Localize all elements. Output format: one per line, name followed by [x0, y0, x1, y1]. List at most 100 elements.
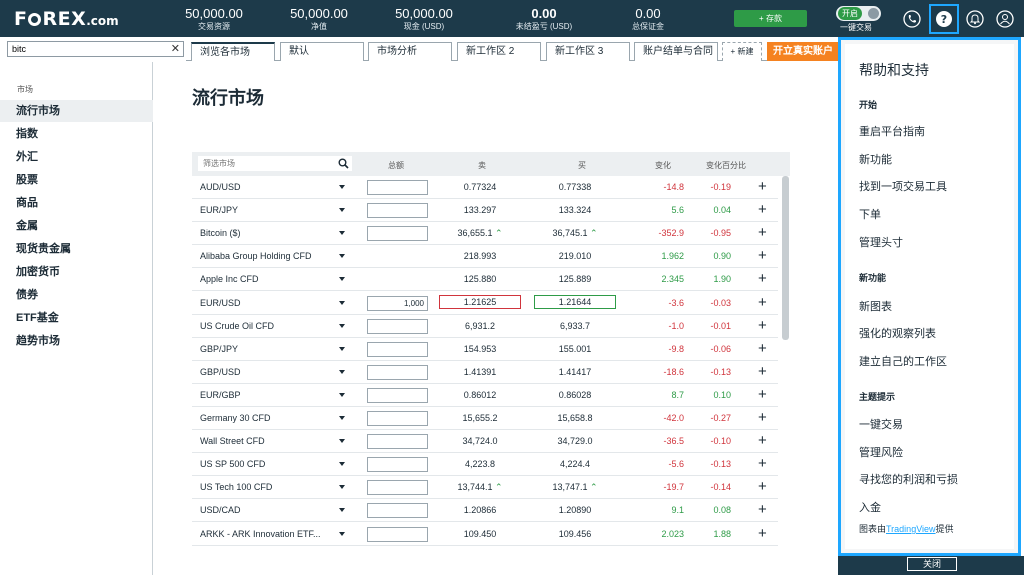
add-to-watchlist-icon[interactable]: + [758, 410, 767, 425]
table-row[interactable]: Alibaba Group Holding CFD 218.993 219.010 1… [192, 245, 778, 269]
sidebar-item-shares[interactable]: 股票 [0, 169, 153, 191]
new-tab-button[interactable]: + 新建 [722, 42, 762, 61]
chevron-down-icon[interactable] [339, 300, 345, 305]
table-scrollbar[interactable] [782, 176, 789, 340]
market-name[interactable]: EUR/JPY [200, 205, 328, 215]
help-link[interactable]: 建立自己的工作区 [859, 353, 947, 369]
user-icon[interactable] [993, 7, 1017, 31]
amount-input[interactable]: 1,000 [367, 295, 428, 311]
market-name[interactable]: Wall Street CFD [200, 436, 328, 446]
help-button[interactable]: ? [929, 4, 959, 34]
add-to-watchlist-icon[interactable]: + [758, 295, 767, 310]
table-row[interactable]: US Crude Oil CFD 6,931.2 6,933.7 -1.0 -0.01 + [192, 315, 778, 338]
filter-markets-input[interactable] [198, 156, 352, 171]
amount-input[interactable] [367, 226, 428, 242]
help-link[interactable]: 强化的观察列表 [859, 325, 936, 341]
tab-new-workspace-3[interactable]: 新工作区 3 [546, 42, 630, 61]
sidebar-item-metals[interactable]: 金属 [0, 215, 153, 237]
market-name[interactable]: US SP 500 CFD [200, 459, 328, 469]
sell-price[interactable]: 1.20866 [439, 505, 521, 515]
chevron-down-icon[interactable] [339, 508, 345, 513]
chevron-down-icon[interactable] [339, 531, 345, 536]
table-row[interactable]: EUR/GBP 0.86012 0.86028 8.7 0.10 + [192, 384, 778, 407]
tab-market-analysis[interactable]: 市场分析 [368, 42, 452, 61]
amount-input[interactable] [367, 434, 428, 450]
chevron-down-icon[interactable] [339, 254, 345, 259]
sell-price[interactable]: 6,931.2 [439, 321, 521, 331]
chevron-down-icon[interactable] [339, 208, 345, 213]
add-to-watchlist-icon[interactable]: + [758, 341, 767, 356]
phone-icon[interactable] [900, 7, 924, 31]
add-to-watchlist-icon[interactable]: + [758, 502, 767, 517]
table-row[interactable]: Apple Inc CFD 125.880 125.889 2.345 1.90 + [192, 268, 778, 292]
table-row[interactable]: AUD/USD 0.77324 0.77338 -14.8 -0.19 + [192, 176, 778, 199]
amount-input[interactable] [367, 203, 428, 219]
market-search-box[interactable]: ✕ [7, 41, 184, 57]
add-to-watchlist-icon[interactable]: + [758, 271, 767, 286]
buy-price[interactable]: 109.456 [534, 529, 616, 539]
help-link[interactable]: 寻找您的利润和亏损 [859, 471, 958, 487]
add-to-watchlist-icon[interactable]: + [758, 479, 767, 494]
sell-price[interactable]: 4,223.8 [439, 459, 521, 469]
sell-price[interactable]: 0.77324 [439, 182, 521, 192]
amount-input[interactable] [367, 503, 428, 519]
buy-price[interactable]: 219.010 [534, 251, 616, 261]
sell-price[interactable]: 1.21625 [439, 294, 521, 309]
market-name[interactable]: AUD/USD [200, 182, 328, 192]
table-row[interactable]: US Tech 100 CFD 13,744.1 ⌃ 13,747.1 ⌃ -19.7… [192, 476, 778, 500]
buy-price[interactable]: 0.77338 [534, 182, 616, 192]
search-icon[interactable] [338, 158, 349, 169]
table-row[interactable]: Wall Street CFD 34,724.0 34,729.0 -36.5 -0.1… [192, 430, 778, 454]
market-name[interactable]: EUR/USD [200, 298, 328, 308]
open-live-account-button[interactable]: 开立真实账户 [767, 42, 839, 61]
sell-price[interactable]: 109.450 [439, 529, 521, 539]
sidebar-item-commodities[interactable]: 商品 [0, 192, 153, 214]
buy-price[interactable]: 34,729.0 [534, 436, 616, 446]
sidebar-item-popular-markets[interactable]: 流行市场 [0, 100, 153, 122]
help-link[interactable]: 入金 [859, 499, 881, 515]
sell-price[interactable]: 15,655.2 [439, 413, 521, 423]
amount-input[interactable] [367, 457, 428, 473]
chevron-down-icon[interactable] [339, 485, 345, 490]
table-row[interactable]: EUR/USD 1,000 1.21625 1.21644 -3.6 -0.03 + [192, 292, 778, 315]
table-row[interactable]: Bitcoin ($) 36,655.1 ⌃ 36,745.1 ⌃ -352.9 -0.… [192, 222, 778, 246]
sidebar-item-trending[interactable]: 趋势市场 [0, 330, 153, 352]
market-name[interactable]: Bitcoin ($) [200, 228, 328, 238]
market-name[interactable]: USD/CAD [200, 505, 328, 515]
help-link[interactable]: 下单 [859, 206, 881, 222]
amount-input[interactable] [367, 526, 428, 542]
buy-price[interactable]: 1.21644 [534, 294, 616, 309]
buy-price[interactable]: 13,747.1 ⌃ [534, 482, 616, 493]
amount-input[interactable] [367, 411, 428, 426]
add-to-watchlist-icon[interactable]: + [758, 456, 767, 471]
chevron-down-icon[interactable] [339, 231, 345, 236]
amount-input[interactable] [367, 180, 428, 195]
buy-price[interactable]: 4,224.4 [534, 459, 616, 469]
add-to-watchlist-icon[interactable]: + [758, 433, 767, 448]
add-to-watchlist-icon[interactable]: + [758, 387, 767, 402]
buy-price[interactable]: 0.86028 [534, 390, 616, 400]
one-click-trading-toggle[interactable]: 开启 [836, 6, 881, 21]
chevron-down-icon[interactable] [339, 462, 345, 467]
add-to-watchlist-icon[interactable]: + [758, 364, 767, 379]
chevron-down-icon[interactable] [339, 369, 345, 374]
forex-logo[interactable]: F REX.com [14, 8, 119, 30]
buy-price[interactable]: 1.20890 [534, 505, 616, 515]
chevron-down-icon[interactable] [339, 416, 345, 420]
buy-price[interactable]: 15,658.8 [534, 413, 616, 423]
buy-price[interactable]: 133.324 [534, 205, 616, 215]
tab-default[interactable]: 默认 [280, 42, 364, 61]
sidebar-item-spot-precious-metals[interactable]: 现货贵金属 [0, 238, 153, 260]
market-name[interactable]: ARKK - ARK Innovation ETF... [200, 529, 328, 539]
sidebar-item-etf[interactable]: ETF基金 [0, 307, 153, 329]
market-search-input[interactable] [8, 42, 158, 56]
add-to-watchlist-icon[interactable]: + [758, 318, 767, 333]
help-link[interactable]: 一键交易 [859, 416, 903, 432]
help-link[interactable]: 管理头寸 [859, 234, 903, 250]
chevron-down-icon[interactable] [339, 346, 345, 351]
add-to-watchlist-icon[interactable]: + [758, 526, 767, 541]
table-row[interactable]: GBP/USD 1.41391 1.41417 -18.6 -0.13 + [192, 361, 778, 384]
market-name[interactable]: EUR/GBP [200, 390, 328, 400]
bell-icon[interactable] [963, 7, 987, 31]
sell-price[interactable]: 133.297 [439, 205, 521, 215]
